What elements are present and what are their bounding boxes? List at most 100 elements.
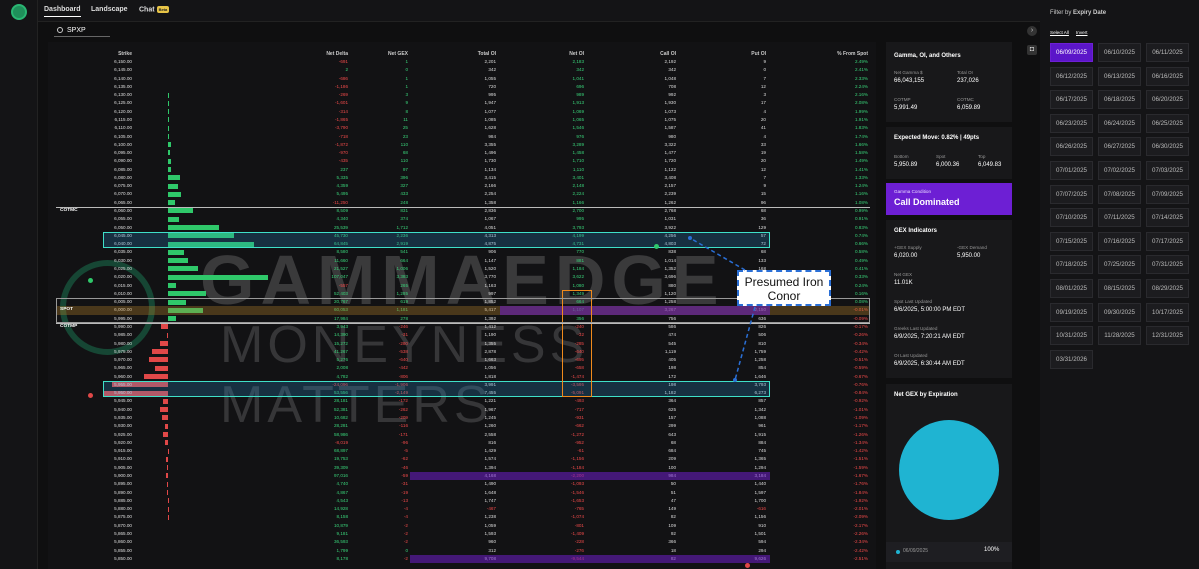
table-row[interactable]: 6,100.00 -1,872 110 3,355 3,289 3,322 33 1.66% [56,142,870,148]
expiry-date-button[interactable]: 07/07/2025 [1050,184,1093,204]
header-5[interactable]: Call OI [586,51,676,57]
header-2[interactable]: Net GEX [350,51,408,57]
table-row[interactable]: 5,920.00 -8,019 -96 816 -952 68 884 -1.34% [56,440,870,446]
table-row[interactable]: 5,985.00 14,390 -31 1,190 -32 474 506 -0.26% [56,332,870,338]
expiry-date-button[interactable]: 07/03/2025 [1146,161,1189,180]
table-row[interactable]: 5,975.00 41,267 -538 2,878 -640 1,119 1,759 -0.… [56,349,870,355]
expiry-date-button[interactable]: 06/10/2025 [1098,43,1141,62]
table-row[interactable]: 5,870.00 10,879 -2 1,059 -801 109 910 -2.17% [56,523,870,529]
expiry-date-button[interactable]: 06/26/2025 [1050,137,1093,157]
collapse-panel-icon[interactable]: › [1027,26,1037,36]
expiry-date-button[interactable]: 09/19/2025 [1050,302,1093,322]
expiry-date-button[interactable]: 08/29/2025 [1146,279,1189,298]
expiry-date-button[interactable]: 06/30/2025 [1146,137,1189,157]
table-row[interactable]: 5,895.00 4,740 -31 1,490 -1,093 50 1,440 -1.76% [56,481,870,487]
table-row[interactable]: 6,130.00 -269 3 995 989 992 3 2.16% [56,92,870,98]
table-row[interactable]: 6,085.00 237 97 1,134 1,110 1,122 12 1.41% [56,167,870,173]
table-row[interactable]: 6,055.00 4,340 374 1,067 995 1,031 36 0.91% [56,216,870,222]
table-row[interactable]: 6,065.00 -11,250 248 1,358 1,166 1,262 96 1.08% [56,200,870,206]
expiry-date-button[interactable]: 06/25/2025 [1146,113,1189,133]
table-row[interactable]: 6,140.00 -686 1 1,055 1,041 1,048 7 2.33% [56,76,870,81]
expiry-date-button[interactable]: 06/12/2025 [1050,66,1093,86]
table-row[interactable]: 6,095.00 -970 68 1,496 1,458 1,477 19 1.58% [56,150,870,156]
expiry-date-button[interactable]: 07/16/2025 [1098,231,1141,251]
table-row[interactable]: 5,935.00 10,682 -209 1,245 -931 157 1,088 -1.09… [56,415,870,421]
expiry-date-button[interactable]: 06/17/2025 [1050,90,1093,110]
table-row[interactable]: 6,150.00 -691 1 2,201 2,183 2,192 9 2.49% [56,59,870,65]
expiry-date-button[interactable]: 06/13/2025 [1098,66,1141,86]
table-row[interactable]: 5,930.00 28,281 -116 1,260 -662 299 961 -1.17% [56,423,870,429]
expiry-date-button[interactable]: 12/31/2025 [1146,326,1189,346]
expiry-date-button[interactable]: 07/31/2025 [1146,255,1189,275]
expiry-date-button[interactable]: 08/01/2025 [1050,279,1093,298]
table-row[interactable]: 6,090.00 -435 110 1,730 1,710 1,720 20 1.49% [56,158,870,164]
expiry-date-button[interactable]: 06/09/2025 [1050,43,1093,62]
expiry-date-button[interactable]: 10/31/2025 [1050,326,1093,346]
table-row[interactable]: 6,050.00 25,539 1,712 4,051 3,793 3,922 129 0.8… [56,225,870,230]
expiry-date-button[interactable]: 07/09/2025 [1146,184,1189,204]
table-row[interactable]: 6,120.00 -314 8 1,077 1,069 1,073 4 1.99% [56,109,870,115]
expiry-date-button[interactable]: 06/24/2025 [1098,113,1141,133]
expiry-date-button[interactable]: 06/18/2025 [1098,90,1141,110]
table-row[interactable]: 6,105.00 -718 23 984 976 980 4 1.74% [56,134,870,139]
search-input[interactable]: SPXP [67,27,86,34]
table-row[interactable]: 5,925.00 58,986 -171 2,558 -1,272 643 1,915 -1.… [56,432,870,437]
tab-dashboard[interactable]: Dashboard [44,6,81,17]
header-7[interactable]: % From Spot [780,51,868,57]
camera-icon[interactable]: ◘ [1027,45,1037,55]
expiry-date-button[interactable]: 09/30/2025 [1098,302,1141,322]
expiry-date-button[interactable]: 07/17/2025 [1146,231,1189,251]
invert-link[interactable]: Invert [1076,30,1088,35]
expiry-date-button[interactable]: 06/23/2025 [1050,113,1093,133]
expiry-date-button[interactable]: 07/18/2025 [1050,255,1093,275]
expiry-date-button[interactable]: 07/25/2025 [1098,255,1141,275]
table-row[interactable]: 5,890.00 4,867 -19 1,648 -1,546 51 1,597 -1.84% [56,490,870,495]
table-row[interactable]: 5,945.00 28,181 -172 1,221 -493 364 857 -0.92% [56,398,870,404]
expiry-date-button[interactable]: 07/08/2025 [1098,184,1141,204]
app-logo-icon[interactable] [11,4,27,20]
table-row[interactable]: 5,960.00 4,782 -806 1,818 -1,474 172 1,646 -0.6… [56,374,870,380]
table-row[interactable]: 5,980.00 15,272 -280 1,355 -285 545 810 -0.34% [56,341,870,346]
expiry-date-button[interactable]: 06/27/2025 [1098,137,1141,157]
table-row[interactable]: 5,910.00 19,753 -62 1,574 -1,156 209 1,365 -1.5… [56,456,870,462]
table-row[interactable]: 5,970.00 5,276 -640 1,663 -695 405 1,258 -0.51% [56,357,870,363]
header-6[interactable]: Put OI [680,51,766,57]
header-1[interactable]: Net Delta [270,51,348,57]
table-row[interactable]: 6,115.00 -1,865 11 1,085 1,065 1,075 20 1.91% [56,117,870,123]
table-row[interactable]: 6,145.00 2 0 342 342 342 0 2.41% [56,67,870,72]
tab-landscape[interactable]: Landscape [91,6,128,13]
table-row[interactable]: 6,070.00 5,495 433 2,254 2,224 2,239 15 1.16% [56,191,870,197]
expiry-date-button[interactable]: 07/15/2025 [1050,231,1093,251]
expiry-date-button[interactable]: 10/17/2025 [1146,302,1189,322]
header-3[interactable]: Total OI [410,51,496,57]
table-row[interactable]: 6,035.00 8,580 541 906 770 838 68 0.58% [56,249,870,255]
expiry-date-button[interactable]: 07/01/2025 [1050,161,1093,180]
table-row[interactable]: 5,875.00 8,158 -4 1,238 -1,074 82 1,156 -2.09% [56,514,870,520]
expiry-date-button[interactable]: 07/11/2025 [1098,208,1141,228]
table-row[interactable]: 6,075.00 4,359 327 2,166 2,148 2,157 9 1.24% [56,183,870,189]
table-row[interactable]: 6,030.00 11,660 664 1,147 881 1,014 133 0.49% [56,258,870,264]
table-row[interactable]: 5,940.00 52,381 -262 1,967 -717 625 1,342 -1.01… [56,407,870,413]
expiry-date-button[interactable]: 07/10/2025 [1050,208,1093,228]
table-row[interactable]: 6,110.00 -3,790 25 1,628 1,546 1,587 41 1.83% [56,125,870,131]
tab-chat[interactable]: Chat Beta [139,6,170,13]
table-row[interactable]: 5,860.00 36,593 -2 960 -228 366 594 -2.34% [56,539,870,545]
expiry-date-button[interactable]: 11/28/2025 [1098,326,1141,346]
header-4[interactable]: Net OI [500,51,584,57]
search-field[interactable]: SPXP [54,25,110,37]
header-0[interactable]: Strike [56,51,132,57]
table-row[interactable]: 5,880.00 14,928 -4 -467 -765 149 -616 -2.01% [56,506,870,512]
table-row[interactable]: 6,080.00 5,335 396 3,415 3,401 3,408 7 1.33% [56,175,870,181]
table-row[interactable]: 5,865.00 9,181 -2 1,593 -1,409 92 1,501 -2.26% [56,531,870,537]
expiry-date-button[interactable]: 03/31/2026 [1050,349,1093,369]
table-row[interactable]: 6,135.00 -1,186 1 720 696 708 12 2.24% [56,84,870,90]
expiry-date-button[interactable]: 07/14/2025 [1146,208,1189,228]
table-row[interactable]: 5,965.00 2,008 -442 1,056 -658 198 854 -0.59% [56,365,870,371]
expiry-date-button[interactable]: 06/16/2025 [1146,66,1189,86]
table-row[interactable]: 5,885.00 4,543 -13 1,747 -1,653 47 1,700 -1.92% [56,498,870,504]
expiry-date-button[interactable]: 06/20/2025 [1146,90,1189,110]
table-row[interactable]: 5,855.00 1,799 0 312 -276 18 294 -2.42% [56,548,870,553]
select-all-link[interactable]: Select All [1050,30,1069,35]
expiry-date-button[interactable]: 08/15/2025 [1098,279,1141,298]
expiry-date-button[interactable]: 06/11/2025 [1146,43,1189,62]
